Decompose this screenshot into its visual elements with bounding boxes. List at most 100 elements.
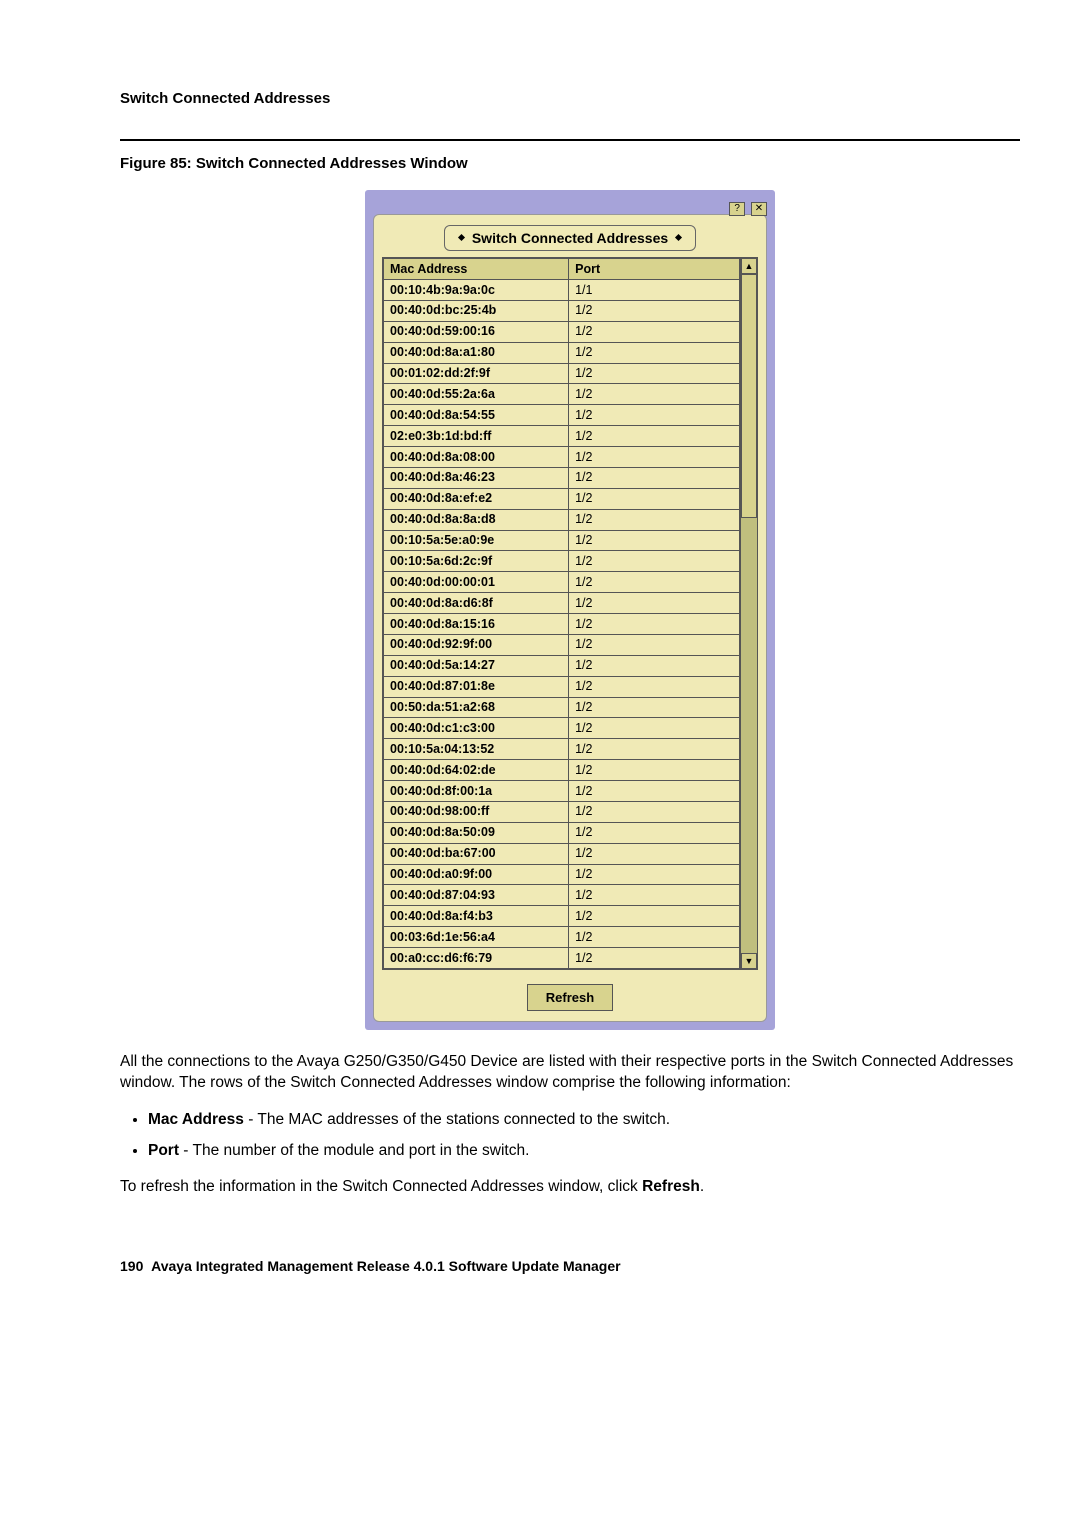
cell-mac: 00:40:0d:8a:d6:8f	[384, 593, 569, 614]
cell-port: 1/2	[569, 739, 740, 760]
cell-port: 1/2	[569, 843, 740, 864]
table-row[interactable]: 00:40:0d:8a:f4:b31/2	[384, 906, 740, 927]
list-item: Mac Address - The MAC addresses of the s…	[148, 1108, 1020, 1133]
text: To refresh the information in the Switch…	[120, 1178, 642, 1195]
cell-port: 1/2	[569, 551, 740, 572]
cell-mac: 00:40:0d:bc:25:4b	[384, 300, 569, 321]
refresh-button[interactable]: Refresh	[527, 984, 613, 1011]
table-row[interactable]: 00:40:0d:87:01:8e1/2	[384, 676, 740, 697]
cell-port: 1/2	[569, 781, 740, 802]
cell-mac: 00:40:0d:00:00:01	[384, 572, 569, 593]
cell-port: 1/2	[569, 509, 740, 530]
table-row[interactable]: 00:01:02:dd:2f:9f1/2	[384, 363, 740, 384]
list-item: Port - The number of the module and port…	[148, 1139, 1020, 1164]
body-paragraph: All the connections to the Avaya G250/G3…	[120, 1052, 1020, 1094]
table-row[interactable]: 00:40:0d:8a:8a:d81/2	[384, 509, 740, 530]
decoration-dot	[458, 234, 465, 241]
table-row[interactable]: 00:a0:cc:d6:f6:791/2	[384, 948, 740, 969]
cell-port: 1/2	[569, 467, 740, 488]
table-row[interactable]: 00:40:0d:98:00:ff1/2	[384, 801, 740, 822]
table-row[interactable]: 00:40:0d:c1:c3:001/2	[384, 718, 740, 739]
table-row[interactable]: 00:50:da:51:a2:681/2	[384, 697, 740, 718]
close-icon[interactable]: ✕	[751, 202, 767, 216]
table-row[interactable]: 00:40:0d:8a:ef:e21/2	[384, 488, 740, 509]
cell-mac: 00:40:0d:8a:08:00	[384, 447, 569, 468]
cell-port: 1/2	[569, 321, 740, 342]
table-row[interactable]: 00:40:0d:8a:a1:801/2	[384, 342, 740, 363]
body-paragraph: To refresh the information in the Switch…	[120, 1177, 1020, 1198]
table-row[interactable]: 00:40:0d:8f:00:1a1/2	[384, 781, 740, 802]
table-row[interactable]: 00:40:0d:8a:46:231/2	[384, 467, 740, 488]
table-row[interactable]: 00:40:0d:8a:54:551/2	[384, 405, 740, 426]
table-row[interactable]: 00:40:0d:5a:14:271/2	[384, 655, 740, 676]
cell-mac: 00:40:0d:8a:15:16	[384, 614, 569, 635]
cell-port: 1/2	[569, 342, 740, 363]
cell-port: 1/2	[569, 405, 740, 426]
cell-mac: 00:40:0d:64:02:de	[384, 760, 569, 781]
cell-mac: 00:01:02:dd:2f:9f	[384, 363, 569, 384]
table-row[interactable]: 00:40:0d:ba:67:001/2	[384, 843, 740, 864]
cell-mac: 00:10:5a:6d:2c:9f	[384, 551, 569, 572]
cell-port: 1/2	[569, 530, 740, 551]
table-row[interactable]: 00:40:0d:8a:d6:8f1/2	[384, 593, 740, 614]
cell-port: 1/2	[569, 718, 740, 739]
cell-mac: 00:03:6d:1e:56:a4	[384, 927, 569, 948]
cell-mac: 00:40:0d:8a:f4:b3	[384, 906, 569, 927]
cell-mac: 00:40:0d:c1:c3:00	[384, 718, 569, 739]
figure-caption: Figure 85: Switch Connected Addresses Wi…	[120, 155, 1020, 172]
cell-mac: 00:40:0d:8a:50:09	[384, 822, 569, 843]
cell-port: 1/2	[569, 885, 740, 906]
footer-text: Avaya Integrated Management Release 4.0.…	[151, 1258, 620, 1274]
window-title: Switch Connected Addresses	[444, 225, 696, 251]
cell-port: 1/2	[569, 300, 740, 321]
page-number: 190	[120, 1258, 143, 1274]
table-row[interactable]: 00:10:4b:9a:9a:0c1/1	[384, 280, 740, 301]
cell-mac: 00:10:5a:5e:a0:9e	[384, 530, 569, 551]
table-row[interactable]: 00:40:0d:8a:15:161/2	[384, 614, 740, 635]
table-row[interactable]: 02:e0:3b:1d:bd:ff1/2	[384, 426, 740, 447]
table-row[interactable]: 00:40:0d:00:00:011/2	[384, 572, 740, 593]
table-row[interactable]: 00:40:0d:a0:9f:001/2	[384, 864, 740, 885]
cell-mac: 00:40:0d:87:01:8e	[384, 676, 569, 697]
cell-port: 1/2	[569, 426, 740, 447]
table-row[interactable]: 00:10:5a:6d:2c:9f1/2	[384, 551, 740, 572]
table-row[interactable]: 00:40:0d:64:02:de1/2	[384, 760, 740, 781]
help-icon[interactable]: ?	[729, 202, 745, 216]
cell-mac: 00:40:0d:55:2a:6a	[384, 384, 569, 405]
table-row[interactable]: 00:10:5a:04:13:521/2	[384, 739, 740, 760]
cell-port: 1/2	[569, 634, 740, 655]
table-row[interactable]: 00:40:0d:8a:08:001/2	[384, 447, 740, 468]
table-row[interactable]: 00:40:0d:92:9f:001/2	[384, 634, 740, 655]
table-row[interactable]: 00:40:0d:87:04:931/2	[384, 885, 740, 906]
cell-mac: 00:40:0d:59:00:16	[384, 321, 569, 342]
table-row[interactable]: 00:40:0d:8a:50:091/2	[384, 822, 740, 843]
table-row[interactable]: 00:40:0d:55:2a:6a1/2	[384, 384, 740, 405]
cell-mac: 00:40:0d:ba:67:00	[384, 843, 569, 864]
cell-port: 1/2	[569, 927, 740, 948]
horizontal-rule	[120, 139, 1020, 141]
page-footer: 190 Avaya Integrated Management Release …	[120, 1258, 1020, 1274]
table-row[interactable]: 00:03:6d:1e:56:a41/2	[384, 927, 740, 948]
cell-mac: 00:40:0d:98:00:ff	[384, 801, 569, 822]
cell-port: 1/2	[569, 864, 740, 885]
table-row[interactable]: 00:10:5a:5e:a0:9e1/2	[384, 530, 740, 551]
cell-port: 1/2	[569, 593, 740, 614]
cell-port: 1/2	[569, 801, 740, 822]
scrollbar[interactable]: ▲ ▼	[740, 258, 757, 969]
description-list: Mac Address - The MAC addresses of the s…	[148, 1108, 1020, 1164]
col-header-port[interactable]: Port	[569, 259, 740, 280]
term: Mac Address	[148, 1111, 244, 1128]
cell-port: 1/2	[569, 676, 740, 697]
scroll-up-icon[interactable]: ▲	[741, 258, 757, 274]
cell-mac: 00:40:0d:8a:54:55	[384, 405, 569, 426]
cell-mac: 00:40:0d:8f:00:1a	[384, 781, 569, 802]
scroll-down-icon[interactable]: ▼	[741, 953, 757, 969]
cell-mac: 00:50:da:51:a2:68	[384, 697, 569, 718]
table-row[interactable]: 00:40:0d:59:00:161/2	[384, 321, 740, 342]
cell-mac: 00:40:0d:5a:14:27	[384, 655, 569, 676]
window-screenshot: ? ✕ Switch Connected Addresses Mac Addre…	[365, 190, 775, 1030]
text: .	[700, 1178, 704, 1195]
col-header-mac[interactable]: Mac Address	[384, 259, 569, 280]
table-row[interactable]: 00:40:0d:bc:25:4b1/2	[384, 300, 740, 321]
scroll-thumb[interactable]	[741, 274, 757, 518]
